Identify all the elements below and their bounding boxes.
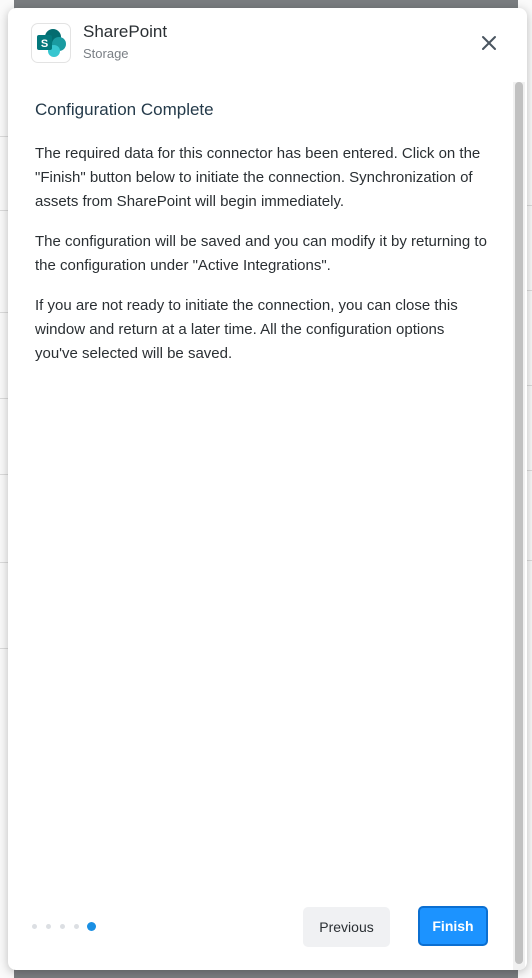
sharepoint-logo-icon: S: [31, 23, 71, 63]
step-dot: [32, 924, 37, 929]
paragraph-save-info: The configuration will be saved and you …: [35, 233, 487, 274]
svg-text:S: S: [41, 38, 48, 50]
connector-category: Storage: [83, 46, 129, 61]
scrollbar-thumb[interactable]: [515, 82, 523, 964]
step-heading: Configuration Complete: [35, 100, 214, 119]
modal-header: S SharePoint Storage: [8, 8, 527, 82]
modal-body: Configuration Complete The required data…: [35, 96, 490, 382]
vertical-scrollbar[interactable]: [513, 82, 525, 970]
connector-wizard-modal: S SharePoint Storage Configuration Compl…: [8, 8, 527, 970]
step-dot: [60, 924, 65, 929]
connector-title: SharePoint: [83, 22, 168, 41]
close-icon: [482, 36, 496, 50]
paragraph-close-info: If you are not ready to initiate the con…: [35, 297, 458, 362]
step-dot: [46, 924, 51, 929]
close-button[interactable]: [478, 32, 500, 54]
finish-button[interactable]: Finish: [418, 906, 488, 946]
paragraph-finish-instructions: The required data for this connector has…: [35, 145, 481, 210]
step-dot-active: [87, 922, 96, 931]
step-dot: [74, 924, 79, 929]
previous-button[interactable]: Previous: [303, 907, 390, 947]
